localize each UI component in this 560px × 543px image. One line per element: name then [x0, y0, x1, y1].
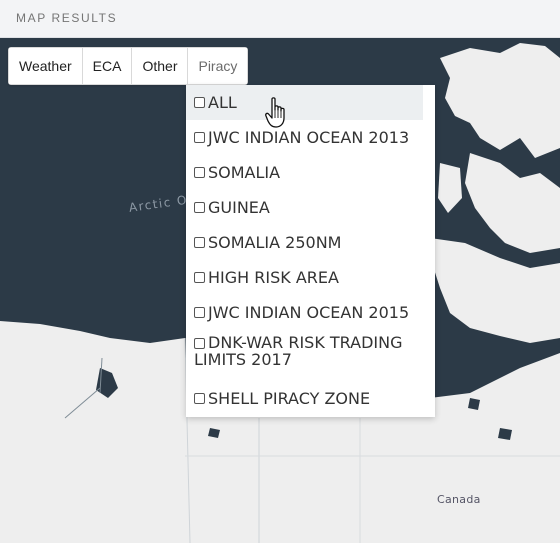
tab-piracy[interactable]: Piracy	[188, 48, 248, 84]
dropdown-item-label: SHELL PIRACY ZONE	[208, 389, 371, 408]
dropdown-item-somalia[interactable]: SOMALIA	[186, 155, 435, 190]
dropdown-item-label: SOMALIA	[208, 163, 281, 182]
dropdown-item-label: GUINEA	[208, 198, 270, 217]
dropdown-item-jwc-2015[interactable]: JWC INDIAN OCEAN 2015	[186, 295, 435, 330]
tab-weather[interactable]: Weather	[9, 48, 83, 84]
checkbox[interactable]	[194, 393, 205, 404]
dropdown-item-somalia-250nm[interactable]: SOMALIA 250NM	[186, 225, 435, 260]
dropdown-item-dnk-war-risk[interactable]: DNK-WAR RISK TRADING LIMITS 2017	[186, 330, 435, 382]
dropdown-item-jwc-2013[interactable]: JWC INDIAN OCEAN 2013	[186, 120, 435, 155]
dropdown-item-shell-piracy-zone[interactable]: SHELL PIRACY ZONE	[186, 382, 435, 415]
dropdown-item-label: JWC INDIAN OCEAN 2013	[208, 128, 410, 147]
dropdown-item-label: HIGH RISK AREA	[208, 268, 339, 287]
page-title: MAP RESULTS	[16, 11, 118, 25]
checkbox[interactable]	[194, 237, 205, 248]
country-label: Canada	[437, 493, 481, 506]
checkbox[interactable]	[194, 272, 205, 283]
dropdown-item-label: SOMALIA 250NM	[208, 233, 342, 252]
checkbox[interactable]	[194, 338, 205, 349]
checkbox[interactable]	[194, 132, 205, 143]
dropdown-item-all[interactable]: ALL	[186, 85, 423, 120]
dropdown-item-label: DNK-WAR RISK TRADING LIMITS 2017	[194, 333, 403, 369]
tab-other[interactable]: Other	[132, 48, 189, 84]
dropdown-item-high-risk-area[interactable]: HIGH RISK AREA	[186, 260, 435, 295]
checkbox[interactable]	[194, 307, 205, 318]
header-bar: MAP RESULTS	[0, 0, 560, 38]
hand-pointer-icon	[265, 97, 285, 128]
layer-tabs: Weather ECA Other Piracy	[8, 47, 249, 85]
dropdown-item-label: ALL	[208, 93, 237, 112]
dropdown-item-guinea[interactable]: GUINEA	[186, 190, 435, 225]
checkbox[interactable]	[194, 202, 205, 213]
piracy-dropdown: ALL JWC INDIAN OCEAN 2013 SOMALIA GUINEA…	[186, 85, 435, 417]
checkbox[interactable]	[194, 167, 205, 178]
checkbox[interactable]	[194, 97, 205, 108]
dropdown-item-label: JWC INDIAN OCEAN 2015	[208, 303, 410, 322]
tab-eca[interactable]: ECA	[82, 48, 133, 84]
